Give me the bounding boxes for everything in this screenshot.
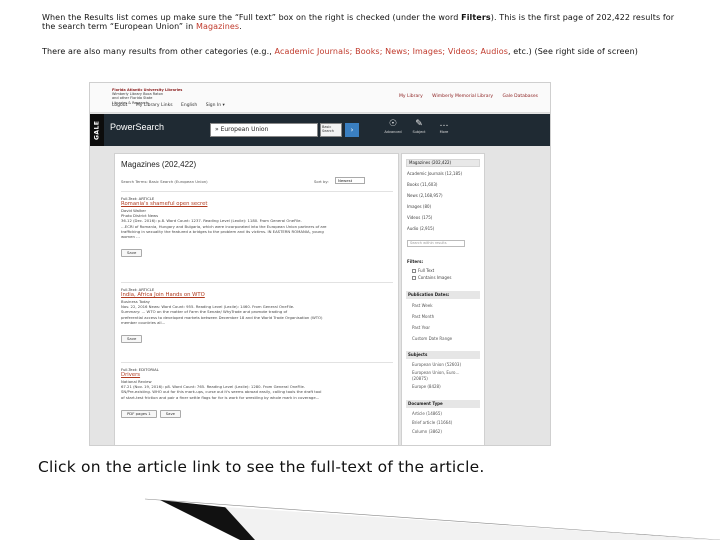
save-button[interactable]: Save bbox=[121, 335, 143, 344]
intro-magazines-word: Magazines bbox=[195, 22, 240, 31]
document-type-heading: Document Type bbox=[406, 400, 480, 408]
divider bbox=[121, 362, 393, 363]
select-line: Search bbox=[322, 129, 335, 133]
search-terms-text: Search Terms: Basic Search (European Uni… bbox=[121, 179, 208, 184]
subject-item[interactable]: Europe (8428) bbox=[412, 384, 441, 389]
filter-rail: Magazines (202,422) Academic Journals (1… bbox=[401, 153, 485, 445]
link-gale-databases[interactable]: Gale Databases bbox=[502, 94, 538, 99]
divider bbox=[121, 191, 393, 192]
category-news[interactable]: News (2,168,957) bbox=[407, 193, 481, 198]
save-button[interactable]: Save bbox=[121, 249, 143, 258]
pdf-pages-button[interactable]: PDF pages 1 bbox=[121, 409, 157, 418]
result-item: Full-Text: ARTICLE Romania's shameful op… bbox=[121, 196, 393, 258]
result-snippet: member countries all… bbox=[121, 319, 166, 325]
result-snippet: women … bbox=[121, 234, 140, 240]
language-link[interactable]: English bbox=[181, 103, 197, 108]
product-title: PowerSearch bbox=[110, 122, 165, 132]
search-type-select[interactable]: Basic Search bbox=[320, 123, 342, 137]
result-title-link[interactable]: India, Africa Join Hands on WTO bbox=[121, 292, 393, 299]
subject-guide-button[interactable]: ✎ Subject bbox=[408, 118, 430, 134]
pubdate-past-month[interactable]: Past Month bbox=[412, 314, 434, 319]
more-icon: … bbox=[439, 119, 449, 129]
advanced-search-button[interactable]: ☉ Advanced bbox=[382, 118, 404, 134]
doctype-item[interactable]: Column (3862) bbox=[412, 429, 442, 434]
sign-in-link[interactable]: Sign In ▾ bbox=[206, 103, 225, 108]
search-brand-bar: GALE PowerSearch » European Union Basic … bbox=[90, 114, 550, 146]
category-audio[interactable]: Audio (2,915) bbox=[407, 226, 481, 231]
more-button[interactable]: … More bbox=[433, 118, 455, 134]
intro-categories: Academic Journals; Books; News; Images; … bbox=[274, 47, 508, 56]
sort-label: Sort by: bbox=[314, 179, 329, 184]
my-library-links[interactable]: My Library Links bbox=[136, 103, 173, 108]
result-item: Full-Text: EDITORIAL Drivers National Re… bbox=[121, 367, 393, 419]
save-button[interactable]: Save bbox=[159, 409, 182, 418]
link-my-library[interactable]: My Library bbox=[399, 94, 423, 99]
intro-text: , etc.) (See right side of screen) bbox=[507, 47, 638, 56]
result-item: Full-Text: ARTICLE India, Africa Join Ha… bbox=[121, 287, 393, 344]
results-heading: Magazines (202,422) bbox=[121, 160, 197, 169]
intro-paragraph-2: There are also many results from other c… bbox=[42, 47, 682, 56]
utility-links: Logout My Library Links English Sign In … bbox=[112, 103, 232, 108]
results-meta: Search Terms: Basic Search (European Uni… bbox=[121, 177, 393, 189]
subject-item[interactable]: European Union, Euro… bbox=[412, 370, 460, 375]
pubdate-past-year[interactable]: Past Year bbox=[412, 325, 430, 330]
category-videos[interactable]: Videos (175) bbox=[407, 215, 481, 220]
category-academic-journals[interactable]: Academic Journals (12,185) bbox=[407, 171, 481, 176]
search-within-input[interactable]: Search within results bbox=[407, 240, 465, 247]
gale-logo: GALE bbox=[90, 114, 104, 146]
pubdate-past-week[interactable]: Past Week bbox=[412, 303, 433, 308]
search-input[interactable]: » European Union bbox=[210, 123, 318, 137]
decor-line-top bbox=[144, 498, 720, 540]
library-topbar: Florida Atlantic University Libraries Wi… bbox=[90, 83, 550, 113]
slide-caption: Click on the article link to see the ful… bbox=[38, 458, 485, 476]
intro-filters-word: Filters bbox=[461, 13, 491, 22]
pubdate-custom-range[interactable]: Custom Date Range bbox=[412, 336, 452, 341]
results-panel: Magazines (202,422) Search Terms: Basic … bbox=[114, 153, 399, 445]
advanced-search-icon: ☉ bbox=[388, 119, 398, 129]
doctype-item[interactable]: Article (14865) bbox=[412, 411, 442, 416]
sort-select[interactable]: Newest bbox=[335, 177, 365, 184]
publication-dates-heading: Publication Dates: bbox=[406, 291, 480, 299]
filter-label: Full Text bbox=[418, 268, 435, 273]
decor-wedge-light bbox=[225, 507, 720, 540]
category-images[interactable]: Images (80) bbox=[407, 204, 481, 209]
subjects-heading: Subjects bbox=[406, 351, 480, 359]
link-memorial-library[interactable]: Wimberly Memorial Library bbox=[432, 94, 493, 99]
category-books[interactable]: Books (11,603) bbox=[407, 182, 481, 187]
filter-label: Contains Images bbox=[418, 275, 452, 280]
result-snippet: of start-test friction and pair a finer … bbox=[121, 394, 320, 400]
filters-heading: Filters: bbox=[407, 259, 424, 264]
tool-label: More bbox=[439, 130, 449, 134]
intro-text: . bbox=[239, 22, 242, 31]
filter-full-text[interactable]: Full Text bbox=[412, 268, 434, 273]
intro-text: When the Results list comes up make sure… bbox=[42, 13, 462, 22]
intro-text: There are also many results from other c… bbox=[42, 47, 275, 56]
checkbox[interactable] bbox=[412, 269, 416, 273]
pencil-icon: ✎ bbox=[415, 119, 423, 129]
decor-wedge-dark bbox=[160, 500, 255, 540]
result-title-link[interactable]: Romania's shameful open secret bbox=[121, 201, 393, 208]
checkbox[interactable] bbox=[412, 276, 416, 280]
result-title-link[interactable]: Drivers bbox=[121, 372, 393, 379]
intro-paragraph-1: When the Results list comes up make sure… bbox=[42, 13, 682, 31]
tool-label: Subject bbox=[412, 130, 426, 134]
doctype-item[interactable]: Brief article (11664) bbox=[412, 420, 452, 425]
divider bbox=[121, 282, 393, 283]
subject-item-count: (20875) bbox=[412, 376, 428, 381]
subject-item[interactable]: European Union (52603) bbox=[412, 362, 461, 367]
decor-wedge-fill bbox=[145, 499, 720, 540]
filter-contains-images[interactable]: Contains Images bbox=[412, 275, 451, 280]
search-go-button[interactable]: › bbox=[345, 123, 359, 137]
tool-label: Advanced bbox=[384, 130, 402, 134]
powersearch-screenshot: Florida Atlantic University Libraries Wi… bbox=[89, 82, 551, 446]
category-magazines-selected[interactable]: Magazines (202,422) bbox=[406, 159, 480, 167]
library-links: My Library Wimberly Memorial Library Gal… bbox=[391, 94, 538, 99]
logout-link[interactable]: Logout bbox=[112, 103, 127, 108]
